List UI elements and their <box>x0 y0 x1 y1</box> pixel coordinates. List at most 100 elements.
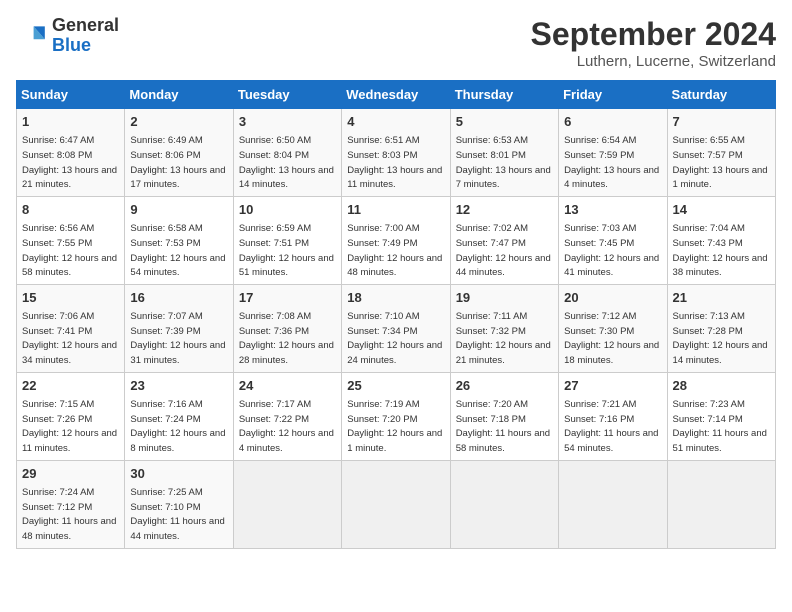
day-number: 13 <box>564 201 661 219</box>
cell-info: Sunrise: 6:56 AMSunset: 7:55 PMDaylight:… <box>22 223 117 278</box>
calendar-cell: 1 Sunrise: 6:47 AMSunset: 8:08 PMDayligh… <box>17 109 125 197</box>
cell-info: Sunrise: 6:58 AMSunset: 7:53 PMDaylight:… <box>130 223 225 278</box>
calendar-cell: 16 Sunrise: 7:07 AMSunset: 7:39 PMDaylig… <box>125 284 233 372</box>
calendar-cell: 4 Sunrise: 6:51 AMSunset: 8:03 PMDayligh… <box>342 109 450 197</box>
calendar-cell: 28 Sunrise: 7:23 AMSunset: 7:14 PMDaylig… <box>667 372 775 460</box>
header-friday: Friday <box>559 81 667 109</box>
cell-info: Sunrise: 7:25 AMSunset: 7:10 PMDaylight:… <box>130 487 224 542</box>
day-number: 14 <box>673 201 770 219</box>
calendar-cell: 5 Sunrise: 6:53 AMSunset: 8:01 PMDayligh… <box>450 109 558 197</box>
cell-info: Sunrise: 7:11 AMSunset: 7:32 PMDaylight:… <box>456 311 551 366</box>
page-header: General Blue September 2024 Luthern, Luc… <box>16 16 776 70</box>
calendar-cell: 24 Sunrise: 7:17 AMSunset: 7:22 PMDaylig… <box>233 372 341 460</box>
header-monday: Monday <box>125 81 233 109</box>
day-number: 19 <box>456 289 553 307</box>
calendar-cell: 17 Sunrise: 7:08 AMSunset: 7:36 PMDaylig… <box>233 284 341 372</box>
calendar-cell: 11 Sunrise: 7:00 AMSunset: 7:49 PMDaylig… <box>342 196 450 284</box>
cell-info: Sunrise: 7:02 AMSunset: 7:47 PMDaylight:… <box>456 223 551 278</box>
cell-info: Sunrise: 7:15 AMSunset: 7:26 PMDaylight:… <box>22 399 117 454</box>
logo-general: General <box>52 16 119 36</box>
calendar-cell: 13 Sunrise: 7:03 AMSunset: 7:45 PMDaylig… <box>559 196 667 284</box>
cell-info: Sunrise: 7:21 AMSunset: 7:16 PMDaylight:… <box>564 399 658 454</box>
calendar-cell: 26 Sunrise: 7:20 AMSunset: 7:18 PMDaylig… <box>450 372 558 460</box>
calendar-cell: 20 Sunrise: 7:12 AMSunset: 7:30 PMDaylig… <box>559 284 667 372</box>
day-number: 17 <box>239 289 336 307</box>
day-number: 1 <box>22 113 119 131</box>
calendar-cell: 7 Sunrise: 6:55 AMSunset: 7:57 PMDayligh… <box>667 109 775 197</box>
header-sunday: Sunday <box>17 81 125 109</box>
cell-info: Sunrise: 7:20 AMSunset: 7:18 PMDaylight:… <box>456 399 550 454</box>
calendar-cell: 12 Sunrise: 7:02 AMSunset: 7:47 PMDaylig… <box>450 196 558 284</box>
cell-info: Sunrise: 7:24 AMSunset: 7:12 PMDaylight:… <box>22 487 116 542</box>
calendar-table: SundayMondayTuesdayWednesdayThursdayFrid… <box>16 80 776 549</box>
calendar-cell: 2 Sunrise: 6:49 AMSunset: 8:06 PMDayligh… <box>125 109 233 197</box>
cell-info: Sunrise: 6:59 AMSunset: 7:51 PMDaylight:… <box>239 223 334 278</box>
calendar-cell <box>559 460 667 548</box>
day-number: 5 <box>456 113 553 131</box>
header-saturday: Saturday <box>667 81 775 109</box>
calendar-cell: 14 Sunrise: 7:04 AMSunset: 7:43 PMDaylig… <box>667 196 775 284</box>
cell-info: Sunrise: 7:17 AMSunset: 7:22 PMDaylight:… <box>239 399 334 454</box>
day-number: 22 <box>22 377 119 395</box>
location: Luthern, Lucerne, Switzerland <box>531 53 776 70</box>
calendar-cell: 8 Sunrise: 6:56 AMSunset: 7:55 PMDayligh… <box>17 196 125 284</box>
calendar-cell: 6 Sunrise: 6:54 AMSunset: 7:59 PMDayligh… <box>559 109 667 197</box>
day-number: 23 <box>130 377 227 395</box>
day-number: 12 <box>456 201 553 219</box>
cell-info: Sunrise: 7:03 AMSunset: 7:45 PMDaylight:… <box>564 223 659 278</box>
cell-info: Sunrise: 6:51 AMSunset: 8:03 PMDaylight:… <box>347 135 442 190</box>
day-number: 11 <box>347 201 444 219</box>
cell-info: Sunrise: 6:55 AMSunset: 7:57 PMDaylight:… <box>673 135 768 190</box>
day-number: 7 <box>673 113 770 131</box>
logo-blue: Blue <box>52 36 119 56</box>
calendar-cell: 29 Sunrise: 7:24 AMSunset: 7:12 PMDaylig… <box>17 460 125 548</box>
header-wednesday: Wednesday <box>342 81 450 109</box>
day-number: 8 <box>22 201 119 219</box>
cell-info: Sunrise: 6:54 AMSunset: 7:59 PMDaylight:… <box>564 135 659 190</box>
month-title: September 2024 <box>531 16 776 53</box>
title-block: September 2024 Luthern, Lucerne, Switzer… <box>531 16 776 70</box>
calendar-cell: 10 Sunrise: 6:59 AMSunset: 7:51 PMDaylig… <box>233 196 341 284</box>
cell-info: Sunrise: 7:12 AMSunset: 7:30 PMDaylight:… <box>564 311 659 366</box>
calendar-week-3: 15 Sunrise: 7:06 AMSunset: 7:41 PMDaylig… <box>17 284 776 372</box>
day-number: 25 <box>347 377 444 395</box>
day-number: 28 <box>673 377 770 395</box>
calendar-cell: 22 Sunrise: 7:15 AMSunset: 7:26 PMDaylig… <box>17 372 125 460</box>
calendar-cell: 23 Sunrise: 7:16 AMSunset: 7:24 PMDaylig… <box>125 372 233 460</box>
cell-info: Sunrise: 7:00 AMSunset: 7:49 PMDaylight:… <box>347 223 442 278</box>
day-number: 9 <box>130 201 227 219</box>
calendar-cell: 27 Sunrise: 7:21 AMSunset: 7:16 PMDaylig… <box>559 372 667 460</box>
calendar-cell <box>667 460 775 548</box>
calendar-cell: 9 Sunrise: 6:58 AMSunset: 7:53 PMDayligh… <box>125 196 233 284</box>
logo-icon <box>16 20 48 52</box>
calendar-cell <box>233 460 341 548</box>
day-number: 21 <box>673 289 770 307</box>
calendar-cell <box>450 460 558 548</box>
day-number: 2 <box>130 113 227 131</box>
cell-info: Sunrise: 6:53 AMSunset: 8:01 PMDaylight:… <box>456 135 551 190</box>
day-number: 15 <box>22 289 119 307</box>
logo: General Blue <box>16 16 119 56</box>
calendar-cell: 25 Sunrise: 7:19 AMSunset: 7:20 PMDaylig… <box>342 372 450 460</box>
calendar-week-1: 1 Sunrise: 6:47 AMSunset: 8:08 PMDayligh… <box>17 109 776 197</box>
cell-info: Sunrise: 7:16 AMSunset: 7:24 PMDaylight:… <box>130 399 225 454</box>
calendar-cell <box>342 460 450 548</box>
day-number: 30 <box>130 465 227 483</box>
day-number: 18 <box>347 289 444 307</box>
day-number: 10 <box>239 201 336 219</box>
day-number: 3 <box>239 113 336 131</box>
header-thursday: Thursday <box>450 81 558 109</box>
cell-info: Sunrise: 6:50 AMSunset: 8:04 PMDaylight:… <box>239 135 334 190</box>
day-number: 27 <box>564 377 661 395</box>
cell-info: Sunrise: 7:08 AMSunset: 7:36 PMDaylight:… <box>239 311 334 366</box>
calendar-week-2: 8 Sunrise: 6:56 AMSunset: 7:55 PMDayligh… <box>17 196 776 284</box>
calendar-cell: 21 Sunrise: 7:13 AMSunset: 7:28 PMDaylig… <box>667 284 775 372</box>
cell-info: Sunrise: 6:47 AMSunset: 8:08 PMDaylight:… <box>22 135 117 190</box>
day-number: 29 <box>22 465 119 483</box>
day-number: 20 <box>564 289 661 307</box>
logo-text: General Blue <box>52 16 119 56</box>
cell-info: Sunrise: 7:06 AMSunset: 7:41 PMDaylight:… <box>22 311 117 366</box>
day-number: 4 <box>347 113 444 131</box>
cell-info: Sunrise: 7:10 AMSunset: 7:34 PMDaylight:… <box>347 311 442 366</box>
calendar-week-5: 29 Sunrise: 7:24 AMSunset: 7:12 PMDaylig… <box>17 460 776 548</box>
